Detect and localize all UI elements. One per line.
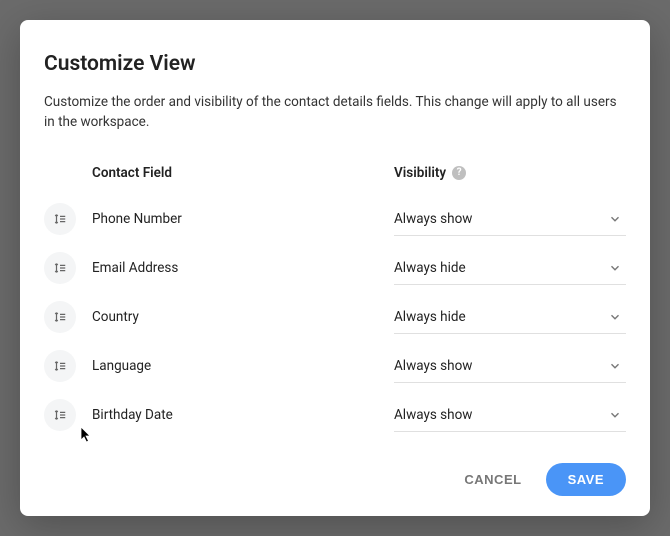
visibility-select[interactable]: Always show <box>394 203 626 236</box>
customize-view-modal: Customize View Customize the order and v… <box>20 20 650 516</box>
visibility-value: Always show <box>394 407 472 423</box>
field-name-label: Country <box>76 309 394 325</box>
chevron-down-icon <box>608 408 622 422</box>
field-row: Phone Number Always show <box>44 195 626 244</box>
column-headers: Contact Field Visibility ? <box>44 157 626 195</box>
drag-handle-icon[interactable] <box>44 350 76 382</box>
help-icon[interactable]: ? <box>452 166 466 180</box>
header-visibility: Visibility ? <box>394 165 466 181</box>
save-button[interactable]: SAVE <box>546 463 626 496</box>
header-contact-field: Contact Field <box>44 165 394 181</box>
field-list: Phone Number Always show Email Address A… <box>44 195 626 448</box>
cancel-button[interactable]: CANCEL <box>460 464 525 495</box>
visibility-select[interactable]: Always hide <box>394 252 626 285</box>
visibility-value: Always show <box>394 358 472 374</box>
modal-title: Customize View <box>44 52 626 76</box>
chevron-down-icon <box>608 212 622 226</box>
visibility-select[interactable]: Always hide <box>394 301 626 334</box>
drag-handle-icon[interactable] <box>44 399 76 431</box>
modal-description: Customize the order and visibility of th… <box>44 92 626 133</box>
chevron-down-icon <box>608 310 622 324</box>
drag-handle-icon[interactable] <box>44 301 76 333</box>
drag-handle-icon[interactable] <box>44 252 76 284</box>
button-row: CANCEL SAVE <box>44 447 626 496</box>
field-row: Email Address Always hide <box>44 244 626 293</box>
visibility-value: Always hide <box>394 260 466 276</box>
field-name-label: Birthday Date <box>76 407 394 423</box>
field-row: Language Always show <box>44 342 626 391</box>
visibility-value: Always hide <box>394 309 466 325</box>
visibility-select[interactable]: Always show <box>394 399 626 432</box>
field-name-label: Email Address <box>76 260 394 276</box>
chevron-down-icon <box>608 359 622 373</box>
field-name-label: Phone Number <box>76 211 394 227</box>
field-row: Country Always hide <box>44 293 626 342</box>
visibility-value: Always show <box>394 211 472 227</box>
header-visibility-label: Visibility <box>394 165 446 181</box>
drag-handle-icon[interactable] <box>44 203 76 235</box>
field-row: Birthday Date Always show <box>44 391 626 440</box>
visibility-select[interactable]: Always show <box>394 350 626 383</box>
field-name-label: Language <box>76 358 394 374</box>
chevron-down-icon <box>608 261 622 275</box>
